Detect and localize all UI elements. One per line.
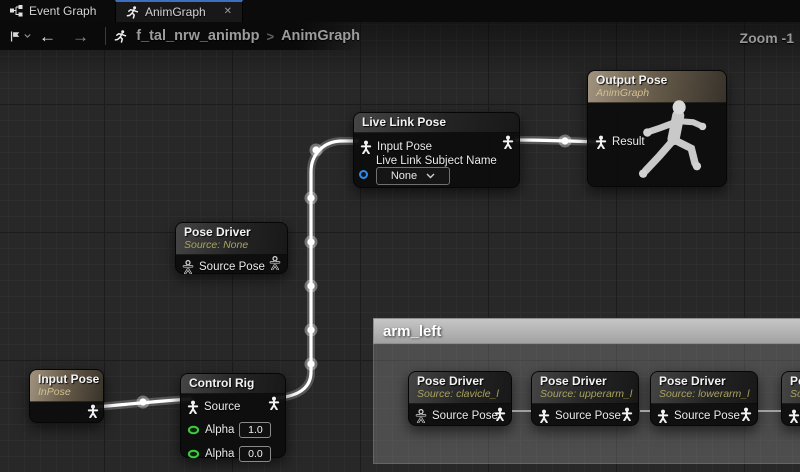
pin-label: Source Pose [555, 410, 621, 422]
control-rig-node[interactable]: Control Rig Source Alpha 1.0 Alpha 0.0 [180, 373, 286, 458]
event-graph-icon [10, 5, 23, 17]
node-header: Pose Driver Source: None [176, 223, 287, 255]
node-subtitle: Source: lowerarm_l [659, 388, 749, 400]
node-subtitle: Source: clavicle_l [417, 388, 503, 400]
tab-event-graph[interactable]: Event Graph [0, 0, 106, 22]
breadcrumb-separator: > [266, 29, 274, 44]
mannequin-preview [620, 97, 714, 183]
bookmark-flag-icon[interactable] [10, 29, 20, 44]
node-header: Live Link Pose [354, 113, 519, 133]
node-header: Control Rig [181, 374, 285, 394]
tab-bar: Event Graph AnimGraph ✕ [0, 0, 800, 22]
result-input-pin-icon[interactable] [595, 135, 607, 149]
pin-label: Source Pose [199, 261, 265, 273]
pose-driver-none-node[interactable]: Pose Driver Source: None Source Pose [175, 222, 288, 274]
node-title: Pose Driver [790, 375, 800, 388]
node-subtitle: InPose [38, 386, 95, 398]
running-person-icon [126, 6, 139, 19]
node-subtitle: Source: None [184, 239, 279, 251]
pose-output-pin-icon[interactable] [740, 407, 752, 421]
node-title: Input Pose [38, 373, 95, 386]
alpha-value-field[interactable]: 1.0 [239, 422, 271, 438]
back-arrow-button[interactable]: ← [31, 28, 64, 45]
tab-anim-graph[interactable]: AnimGraph ✕ [115, 0, 243, 22]
pose-output-pin-icon[interactable] [87, 404, 99, 418]
pose-output-pin-icon[interactable] [621, 407, 633, 421]
close-tab-icon[interactable]: ✕ [224, 7, 232, 17]
source-pose-input-pin-icon[interactable] [657, 409, 669, 423]
comment-title: arm_left [383, 323, 441, 340]
node-header: Pose Driver Source: lowerarm_l [651, 372, 757, 404]
tab-label: AnimGraph [145, 5, 206, 19]
live-link-pose-node[interactable]: Live Link Pose Input Pose Live Link Subj… [353, 112, 520, 188]
node-header: Pose Driver Source: upperarm_l [532, 372, 638, 404]
pose-driver-partial-node[interactable]: Pose Driver Source: Source Pose [781, 371, 800, 426]
node-title: Pose Driver [659, 375, 749, 388]
running-person-icon [114, 28, 127, 45]
source-pose-input-pin-icon[interactable] [538, 409, 550, 423]
source-pose-input-pin-icon[interactable] [182, 260, 194, 274]
forward-arrow-button[interactable]: → [64, 28, 97, 45]
subject-name-dropdown[interactable]: None [376, 167, 450, 185]
dropdown-value: None [391, 170, 417, 182]
alpha-float-pin-icon[interactable] [187, 449, 200, 459]
pin-label: Alpha [205, 424, 234, 436]
node-title: Pose Driver [184, 226, 279, 239]
pose-output-pin-icon[interactable] [494, 407, 506, 421]
source-pose-input-pin-icon[interactable] [788, 409, 800, 423]
breadcrumb-root[interactable]: f_tal_nrw_animbp [136, 28, 259, 44]
pose-output-pin-icon[interactable] [268, 396, 280, 410]
pose-driver-lowerarm-node[interactable]: Pose Driver Source: lowerarm_l Source Po… [650, 371, 758, 426]
animgraph-editor-window: arm_left Pose Driver Source: clavicle_l … [0, 0, 800, 472]
pin-label: Source Pose [674, 410, 740, 422]
node-header: Pose Driver Source: clavicle_l [409, 372, 511, 404]
alpha-float-pin-icon[interactable] [187, 425, 200, 435]
alpha-value-field[interactable]: 0.0 [239, 446, 271, 462]
pose-driver-clavicle-node[interactable]: Pose Driver Source: clavicle_l Source Po… [408, 371, 512, 426]
source-input-pin-icon[interactable] [187, 400, 199, 414]
pose-driver-upperarm-node[interactable]: Pose Driver Source: upperarm_l Source Po… [531, 371, 639, 426]
subject-name-pin-icon[interactable] [358, 169, 369, 180]
chevron-down-icon [426, 173, 435, 179]
subject-name-label: Live Link Subject Name [376, 155, 497, 167]
pin-label: Alpha [205, 448, 234, 460]
node-title: Pose Driver [540, 375, 630, 388]
node-title: Output Pose [596, 74, 718, 87]
node-title: Pose Driver [417, 375, 503, 388]
input-pose-node[interactable]: Input Pose InPose [29, 369, 104, 423]
comment-title-bar[interactable]: arm_left [373, 318, 800, 344]
source-pose-input-pin-icon[interactable] [415, 409, 427, 423]
node-header: Pose Driver Source: [782, 372, 800, 404]
pin-label: Source [204, 401, 240, 413]
graph-toolbar: ← → f_tal_nrw_animbp > AnimGraph [0, 22, 360, 50]
chevron-down-icon[interactable] [24, 33, 31, 39]
output-pose-node[interactable]: Output Pose AnimGraph Result [587, 70, 727, 187]
node-subtitle: Source: upperarm_l [540, 388, 630, 400]
node-title: Live Link Pose [362, 116, 511, 129]
node-header: Input Pose InPose [30, 370, 103, 402]
breadcrumb-current[interactable]: AnimGraph [281, 28, 360, 44]
pose-output-pin-icon[interactable] [502, 135, 514, 149]
pin-label: Source Pose [432, 410, 498, 422]
node-title: Control Rig [189, 377, 277, 390]
node-subtitle: Source: [790, 388, 800, 400]
input-pose-pin-icon[interactable] [360, 140, 372, 154]
pose-output-pin-icon[interactable] [269, 256, 281, 270]
toolbar-divider [105, 27, 106, 45]
tab-label: Event Graph [29, 4, 96, 18]
comment-box-arm-left: arm_left Pose Driver Source: clavicle_l … [373, 318, 800, 464]
zoom-level-label: Zoom -1 [740, 30, 794, 46]
pin-label: Input Pose [377, 141, 432, 153]
